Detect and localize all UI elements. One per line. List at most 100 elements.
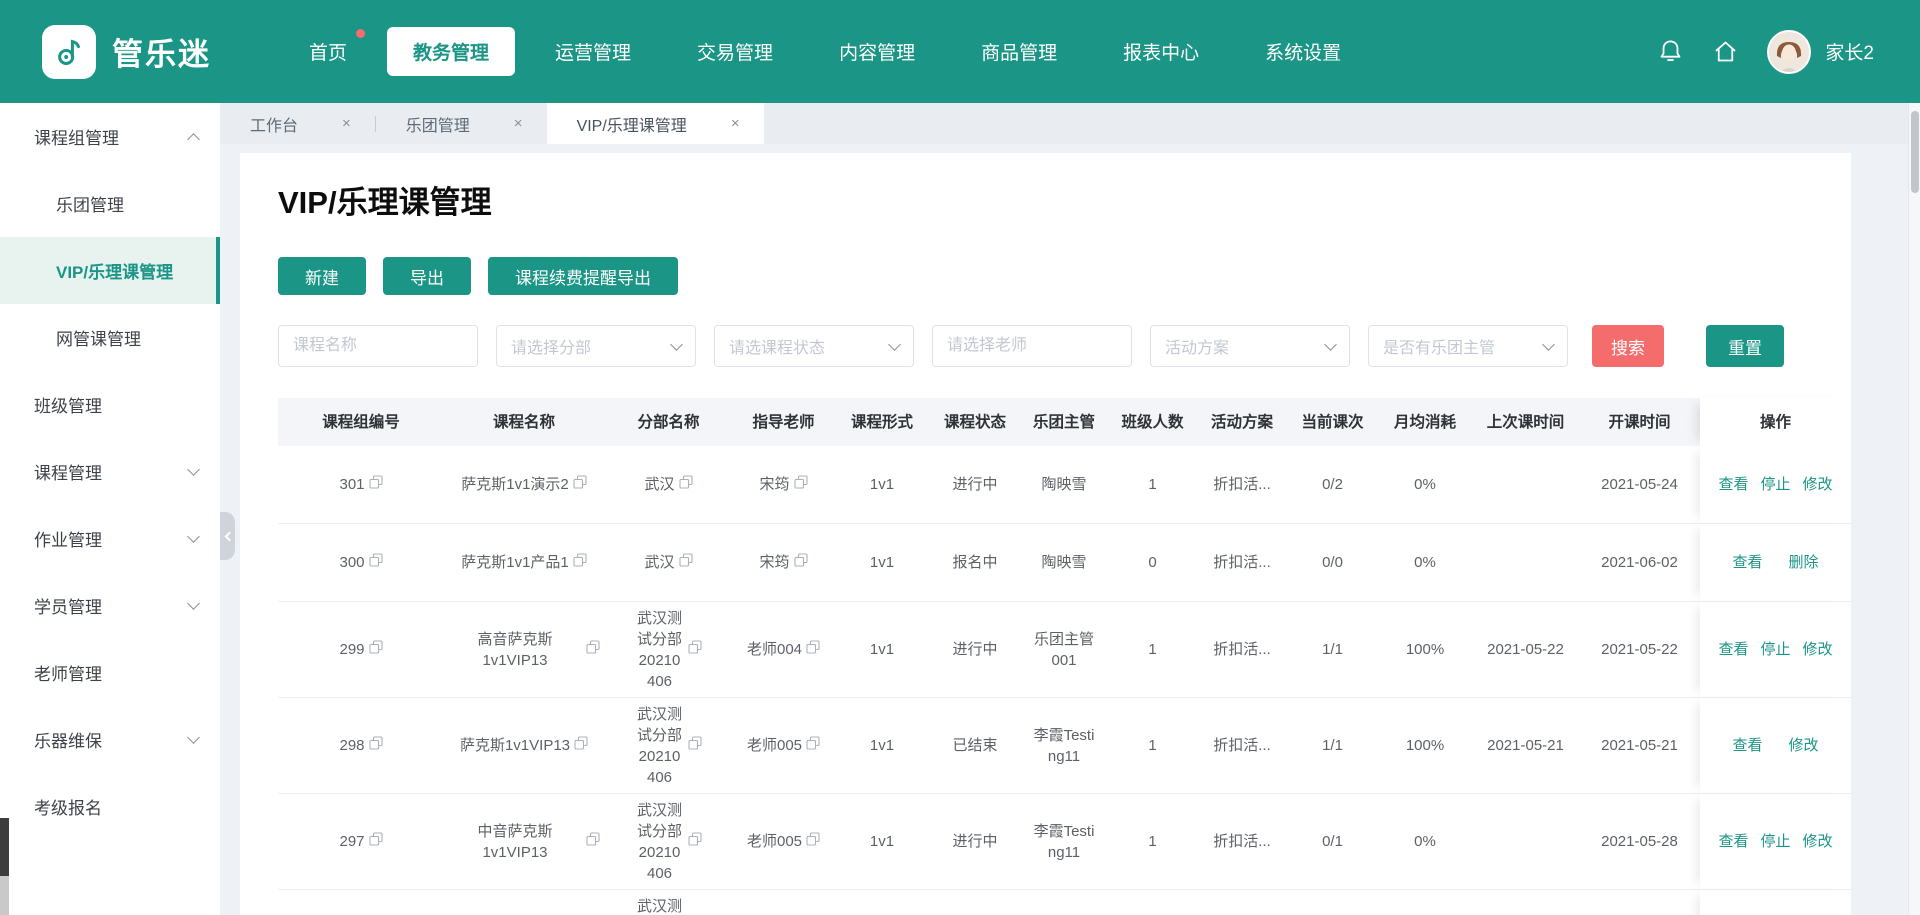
cell-branch-name: 武汉 [604,446,733,523]
edit-link[interactable]: 修改 [1789,735,1819,756]
sidebar-item-online-course-mgmt[interactable]: 网管课管理 [0,304,220,371]
username[interactable]: 家长2 [1825,38,1874,65]
sidebar-item-instrument-maintenance[interactable]: 乐器维保 [0,706,220,773]
stop-link[interactable]: 停止 [1760,831,1790,852]
tab-orchestra-mgmt[interactable]: 乐团管理× [376,103,547,144]
cell-value: 298 [339,735,364,756]
copy-icon[interactable] [794,474,808,495]
view-link[interactable]: 查看 [1718,831,1748,852]
nav-item-transactions[interactable]: 交易管理 [671,27,799,76]
copy-icon[interactable] [586,639,600,660]
copy-icon[interactable] [679,474,693,495]
sidebar-scrollbar[interactable] [0,818,9,915]
create-button[interactable]: 新建 [278,257,366,295]
tab-close-icon[interactable]: × [342,115,351,132]
sidebar-item-student-mgmt[interactable]: 学员管理 [0,572,220,639]
brand[interactable]: 管乐迷 [42,25,211,79]
cell-value: 1/1 [1322,735,1343,756]
avatar[interactable] [1767,30,1811,74]
sidebar-item-orchestra-mgmt[interactable]: 乐团管理 [0,170,220,237]
search-button[interactable]: 搜索 [1592,325,1664,367]
tab-workbench[interactable]: 工作台× [220,103,375,144]
nav-item-reports[interactable]: 报表中心 [1097,27,1225,76]
nav-item-label: 教务管理 [413,43,489,64]
view-link[interactable]: 查看 [1718,639,1748,660]
nav-item-operations[interactable]: 运营管理 [529,27,657,76]
cell-current-lessons: 1/1 [1287,602,1378,697]
cell-operations: 查看停止修改 [1700,446,1851,523]
cell-value: 折扣活... [1213,831,1271,852]
cell-branch-name: 武汉测试分部20210406 [604,794,733,889]
copy-icon[interactable] [369,639,383,660]
view-link[interactable]: 查看 [1718,474,1748,495]
copy-icon[interactable] [806,639,820,660]
course-name-input[interactable] [278,325,478,367]
copy-icon[interactable] [806,735,820,756]
delete-link[interactable]: 删除 [1789,552,1819,573]
cell-value: 1/1 [1322,639,1343,660]
branch-select[interactable]: 请选择分部 [496,325,696,367]
edit-link[interactable]: 修改 [1803,831,1833,852]
home-icon[interactable] [1712,38,1739,65]
sidebar-item-grade-exam-signup[interactable]: 考级报名 [0,773,220,840]
sidebar-item-vip-music-theory-mgmt[interactable]: VIP/乐理课管理 [0,237,220,304]
cell-activity-plan [1197,890,1287,915]
cell-value: 0% [1414,552,1436,573]
copy-icon[interactable] [573,552,587,573]
cell-last-lesson-time: 2021-05-22 [1472,602,1579,697]
copy-icon[interactable] [806,831,820,852]
page-scrollbar[interactable] [1908,103,1920,915]
sidebar-item-homework-mgmt[interactable]: 作业管理 [0,505,220,572]
copy-icon[interactable] [369,831,383,852]
view-link[interactable]: 查看 [1732,735,1762,756]
copy-icon[interactable] [369,552,383,573]
export-button[interactable]: 导出 [383,257,471,295]
nav-item-home[interactable]: 首页 [283,27,373,76]
teacher-input[interactable] [932,325,1132,367]
copy-icon[interactable] [574,735,588,756]
copy-icon[interactable] [369,474,383,495]
header-cell-class-size: 班级人数 [1108,398,1197,446]
activity-plan-select[interactable]: 活动方案 [1150,325,1350,367]
stop-link[interactable]: 停止 [1760,639,1790,660]
sidebar-item-class-mgmt[interactable]: 班级管理 [0,371,220,438]
copy-icon[interactable] [679,552,693,573]
has-orchestra-manager-select[interactable]: 是否有乐团主管 [1368,325,1568,367]
sidebar-item-course-mgmt[interactable]: 课程管理 [0,438,220,505]
edit-link[interactable]: 修改 [1803,639,1833,660]
cell-group-id: 301 [278,446,444,523]
nav-item-settings[interactable]: 系统设置 [1239,27,1367,76]
sidebar-item-label: 课程管理 [34,459,102,484]
sidebar-item-teacher-mgmt[interactable]: 老师管理 [0,639,220,706]
copy-icon[interactable] [688,831,702,852]
cell-class-size: 0 [1108,524,1197,601]
cell-last-lesson-time: 2021-05-21 [1472,698,1579,793]
sidebar-collapse-handle[interactable] [220,512,235,560]
cell-teacher [733,890,834,915]
view-link[interactable]: 查看 [1732,552,1762,573]
course-status-select[interactable]: 请选课程状态 [714,325,914,367]
copy-icon[interactable] [573,474,587,495]
header-cell-branch-name: 分部名称 [604,398,733,446]
tab-close-icon[interactable]: × [514,115,523,132]
tab-vip-music-theory-mgmt[interactable]: VIP/乐理课管理× [547,103,764,144]
sidebar-item-course-group-mgmt[interactable]: 课程组管理 [0,103,220,170]
nav-item-edu-admin[interactable]: 教务管理 [387,27,515,76]
copy-icon[interactable] [794,552,808,573]
nav-item-label: 商品管理 [981,43,1057,64]
copy-icon[interactable] [369,735,383,756]
nav-item-content[interactable]: 内容管理 [813,27,941,76]
edit-link[interactable]: 修改 [1803,474,1833,495]
bell-icon[interactable] [1657,38,1684,65]
page-scrollbar-thumb[interactable] [1911,111,1919,193]
nav-item-products[interactable]: 商品管理 [955,27,1083,76]
copy-icon[interactable] [688,735,702,756]
copy-icon[interactable] [688,639,702,660]
reset-button[interactable]: 重置 [1706,325,1784,367]
renewal-reminder-export-button[interactable]: 课程续费提醒导出 [488,257,678,295]
cell-value: 宋筠 [759,552,789,573]
stop-link[interactable]: 停止 [1760,474,1790,495]
copy-icon[interactable] [586,831,600,852]
sidebar-scrollbar-thumb[interactable] [0,818,9,876]
tab-close-icon[interactable]: × [731,115,740,132]
